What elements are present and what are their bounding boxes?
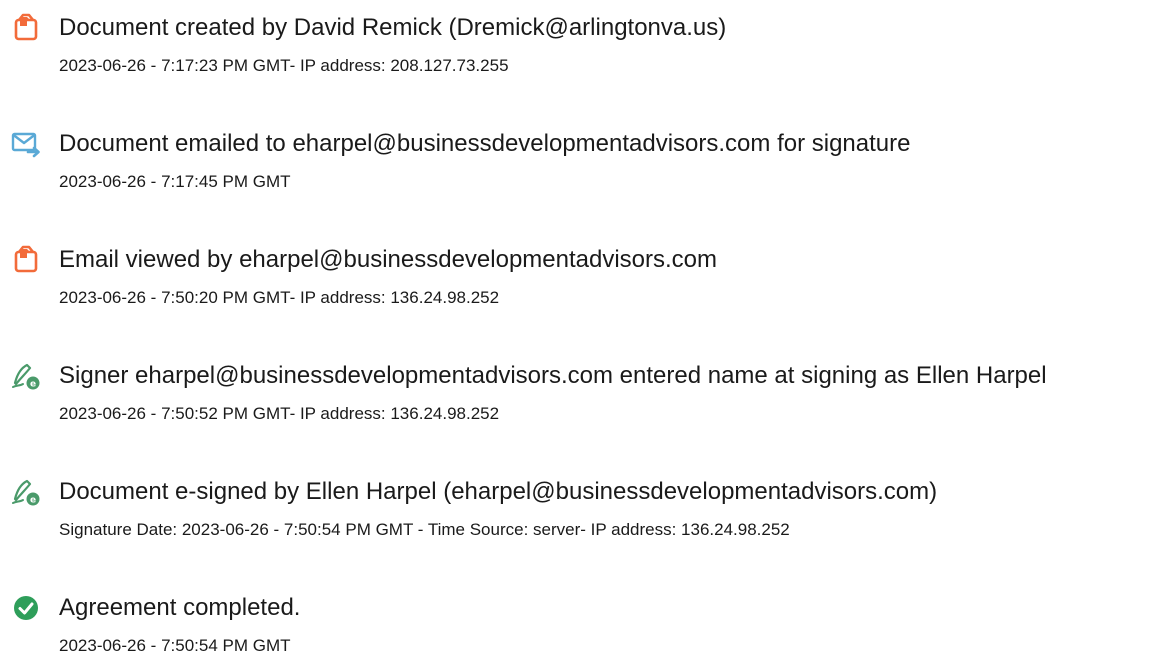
audit-event-document-emailed: Document emailed to eharpel@businessdeve… bbox=[0, 128, 1158, 208]
svg-text:e: e bbox=[30, 380, 36, 390]
event-title: Document emailed to eharpel@businessdeve… bbox=[59, 130, 911, 157]
event-detail: 2023-06-26 - 7:50:52 PM GMT- IP address:… bbox=[59, 404, 500, 423]
event-detail: 2023-06-26 - 7:17:23 PM GMT- IP address:… bbox=[59, 56, 509, 75]
signer-name-icon: e bbox=[10, 360, 42, 392]
audit-event-e-signed: e Document e-signed by Ellen Harpel (eha… bbox=[0, 476, 1158, 556]
document-created-icon bbox=[10, 12, 42, 44]
event-title: Agreement completed. bbox=[59, 594, 301, 621]
audit-event-signer-entered-name: e Signer eharpel@businessdevelopmentadvi… bbox=[0, 360, 1158, 440]
audit-event-document-created: Document created by David Remick (Dremic… bbox=[0, 12, 1158, 92]
document-viewed-icon bbox=[10, 244, 42, 276]
event-detail: 2023-06-26 - 7:17:45 PM GMT bbox=[59, 172, 291, 191]
e-signed-icon: e bbox=[10, 476, 42, 508]
audit-event-email-viewed: Email viewed by eharpel@businessdevelopm… bbox=[0, 244, 1158, 324]
document-emailed-icon bbox=[10, 128, 42, 160]
event-title: Signer eharpel@businessdevelopmentadviso… bbox=[59, 362, 1047, 389]
event-title: Document created by David Remick (Dremic… bbox=[59, 14, 727, 41]
event-title: Email viewed by eharpel@businessdevelopm… bbox=[59, 246, 718, 273]
svg-text:e: e bbox=[30, 496, 36, 506]
check-circle-icon bbox=[10, 592, 42, 624]
event-detail: 2023-06-26 - 7:50:20 PM GMT- IP address:… bbox=[59, 288, 500, 307]
event-detail: Signature Date: 2023-06-26 - 7:50:54 PM … bbox=[59, 520, 790, 539]
audit-event-agreement-completed: Agreement completed. 2023-06-26 - 7:50:5… bbox=[0, 592, 1158, 672]
event-title: Document e-signed by Ellen Harpel (eharp… bbox=[59, 478, 938, 505]
event-detail: 2023-06-26 - 7:50:54 PM GMT bbox=[59, 636, 291, 655]
